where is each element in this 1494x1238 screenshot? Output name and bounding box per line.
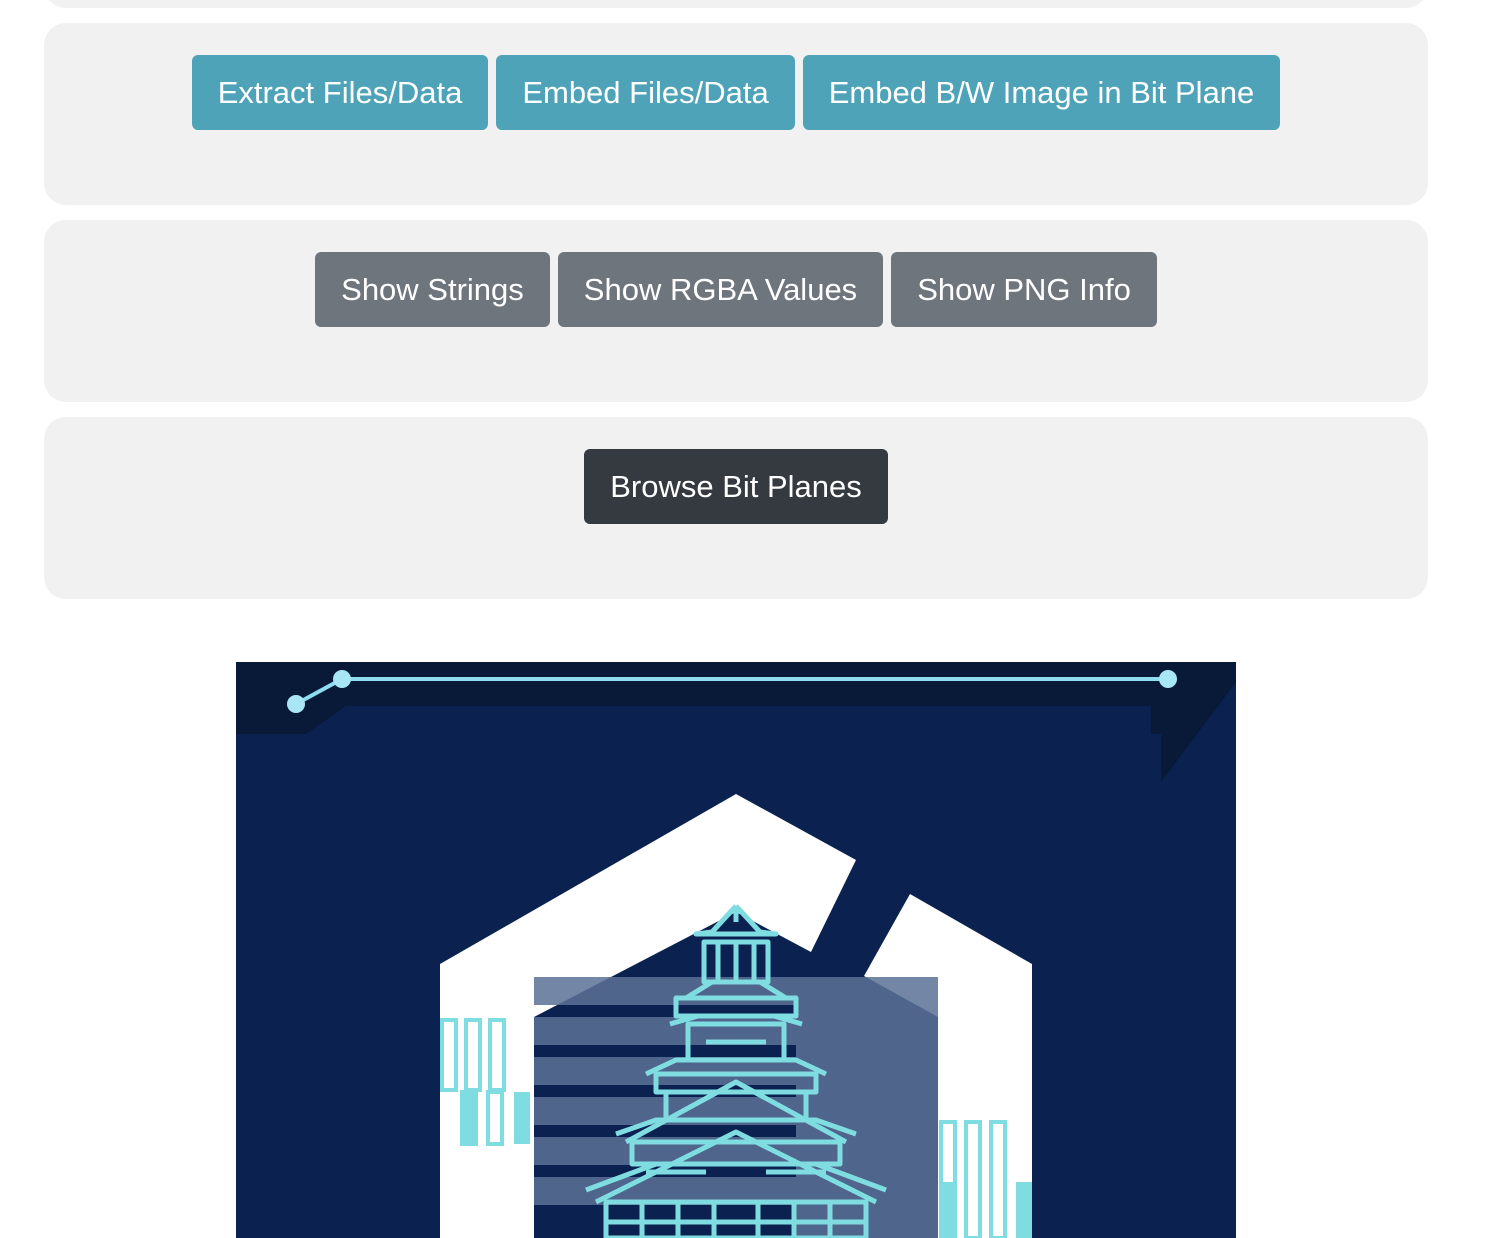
show-png-info-button[interactable]: Show PNG Info <box>891 252 1157 327</box>
previous-panel <box>44 0 1428 8</box>
show-strings-button[interactable]: Show Strings <box>315 252 550 327</box>
extract-files-button[interactable]: Extract Files/Data <box>191 55 489 130</box>
page: Extract Files/Data Embed Files/Data Embe… <box>0 0 1494 1238</box>
uploaded-image-preview <box>236 662 1236 1238</box>
embed-bw-image-button[interactable]: Embed B/W Image in Bit Plane <box>802 55 1281 130</box>
browse-bit-planes-button[interactable]: Browse Bit Planes <box>584 449 888 524</box>
embed-extract-button-row: Extract Files/Data Embed Files/Data Embe… <box>44 55 1428 130</box>
embed-files-button[interactable]: Embed Files/Data <box>496 55 795 130</box>
show-rgba-values-button[interactable]: Show RGBA Values <box>557 252 884 327</box>
inspect-panel: Show Strings Show RGBA Values Show PNG I… <box>44 220 1428 402</box>
bit-planes-button-row: Browse Bit Planes <box>44 449 1428 524</box>
bit-planes-panel: Browse Bit Planes <box>44 417 1428 599</box>
embed-extract-panel: Extract Files/Data Embed Files/Data Embe… <box>44 23 1428 205</box>
inspect-button-row: Show Strings Show RGBA Values Show PNG I… <box>44 252 1428 327</box>
castle-logo-image <box>236 662 1236 1238</box>
